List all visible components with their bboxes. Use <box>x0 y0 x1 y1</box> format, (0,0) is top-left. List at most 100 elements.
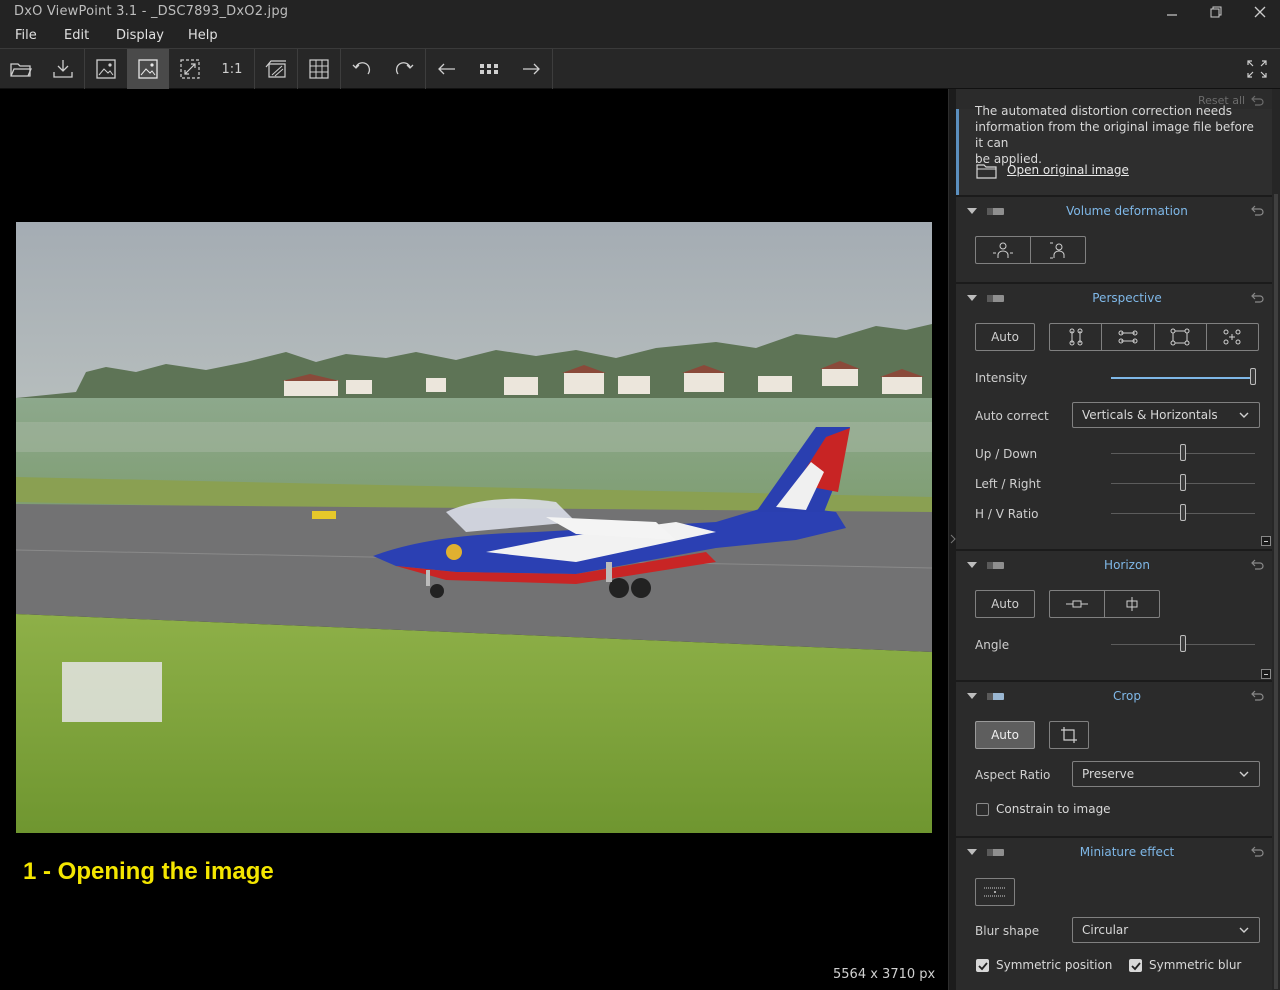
title-bar: DxO ViewPoint 3.1 - _DSC7893_DxO2.jpg <box>0 0 1280 24</box>
window-title: DxO ViewPoint 3.1 - _DSC7893_DxO2.jpg <box>14 4 289 19</box>
side-by-side-icon <box>265 60 286 78</box>
section-perspective: Perspective Auto Intensity Auto correct … <box>956 282 1272 547</box>
perspective-points-button[interactable] <box>1207 324 1258 350</box>
menu-file[interactable]: File <box>15 28 37 43</box>
rotate-left-button[interactable] <box>341 49 383 89</box>
left-right-slider-knob[interactable] <box>1180 474 1186 491</box>
intensity-slider-knob[interactable] <box>1250 368 1256 385</box>
section-crop: Crop Auto Aspect Ratio Preserve Constrai… <box>956 680 1272 834</box>
horizon-title: Horizon <box>1104 558 1150 572</box>
menu-help[interactable]: Help <box>188 28 218 43</box>
auto-correct-value: Verticals & Horizontals <box>1082 408 1218 422</box>
horizon-header[interactable]: Horizon <box>956 551 1272 581</box>
constrain-to-image-label: Constrain to image <box>996 802 1111 816</box>
reset-icon[interactable] <box>1250 558 1264 570</box>
section-miniature-effect: Miniature effect Blur shape Circular Sym… <box>956 836 1272 990</box>
section-horizon: Horizon Auto Angle <box>956 549 1272 679</box>
menu-edit[interactable]: Edit <box>64 28 89 43</box>
miniature-tool-button[interactable] <box>975 878 1015 906</box>
up-down-slider-knob[interactable] <box>1180 444 1186 461</box>
crop-header[interactable]: Crop <box>956 682 1272 712</box>
toolbar: 1:1 <box>0 48 1280 89</box>
grid-button[interactable] <box>298 49 340 89</box>
photo-preview <box>16 222 932 833</box>
symmetric-blur-checkbox[interactable] <box>1129 959 1142 972</box>
aspect-ratio-dropdown[interactable]: Preserve <box>1072 761 1260 787</box>
perspective-vertical-button[interactable] <box>1050 324 1103 350</box>
minimize-button[interactable] <box>1150 0 1194 24</box>
image-viewer[interactable]: 1 - Opening the image 5564 x 3710 px <box>0 89 948 990</box>
hv-ratio-slider-knob[interactable] <box>1180 504 1186 521</box>
notice-line-1: The automated distortion correction need… <box>975 104 1233 118</box>
perspective-horizontal-button[interactable] <box>1102 324 1155 350</box>
person-horizontal-icon <box>993 242 1013 258</box>
rotate-left-icon <box>352 62 371 75</box>
minimize-icon <box>1167 14 1177 16</box>
perspective-rectangle-button[interactable] <box>1155 324 1207 350</box>
panel-splitter[interactable] <box>948 89 956 990</box>
volume-header[interactable]: Volume deformation <box>956 197 1272 227</box>
corrected-image-button[interactable] <box>127 49 169 89</box>
miniature-header[interactable]: Miniature effect <box>956 838 1272 868</box>
horizon-mode-group <box>1049 590 1160 618</box>
restore-button[interactable] <box>1194 0 1238 24</box>
crop-manual-button[interactable] <box>1049 721 1089 749</box>
collapse-section-button[interactable] <box>1261 536 1271 546</box>
side-by-side-button[interactable] <box>255 49 297 89</box>
chevron-down-icon <box>1239 771 1249 777</box>
angle-slider-knob[interactable] <box>1180 635 1186 652</box>
intensity-slider[interactable] <box>1111 377 1255 379</box>
correction-panel: Reset all The automated distortion corre… <box>956 89 1280 990</box>
grid-icon <box>309 59 329 79</box>
export-button[interactable] <box>42 49 84 89</box>
perspective-auto-button[interactable]: Auto <box>975 323 1035 351</box>
previous-icon <box>438 63 455 75</box>
rectangle-icon <box>1170 328 1190 346</box>
chevron-down-icon <box>1239 927 1249 933</box>
close-icon <box>1254 6 1266 18</box>
reset-icon[interactable] <box>1250 845 1264 857</box>
reset-icon[interactable] <box>1250 689 1264 701</box>
vertical-lines-icon <box>1069 328 1083 346</box>
auto-correct-dropdown[interactable]: Verticals & Horizontals <box>1072 402 1260 428</box>
constrain-to-image-checkbox[interactable] <box>976 803 989 816</box>
thumbnails-button[interactable] <box>468 49 510 89</box>
one-to-one-button[interactable]: 1:1 <box>211 49 253 89</box>
horizon-auto-button[interactable]: Auto <box>975 590 1035 618</box>
next-icon <box>523 63 540 75</box>
fullscreen-button[interactable] <box>1236 49 1278 89</box>
close-button[interactable] <box>1238 0 1280 24</box>
crop-auto-button[interactable]: Auto <box>975 721 1035 749</box>
reset-icon[interactable] <box>1250 204 1264 216</box>
horizon-vertical-button[interactable] <box>1105 591 1159 617</box>
perspective-header[interactable]: Perspective <box>956 284 1272 314</box>
blur-shape-dropdown[interactable]: Circular <box>1072 917 1260 943</box>
rotate-right-button[interactable] <box>383 49 425 89</box>
image-dimensions: 5564 x 3710 px <box>833 967 936 982</box>
symmetric-blur-label: Symmetric blur <box>1149 958 1242 972</box>
angle-label: Angle <box>975 638 1010 652</box>
original-image-button[interactable] <box>85 49 127 89</box>
collapse-section-button[interactable] <box>1261 669 1271 679</box>
perspective-mode-group <box>1049 323 1259 351</box>
hv-ratio-label: H / V Ratio <box>975 507 1039 521</box>
symmetric-position-checkbox[interactable] <box>976 959 989 972</box>
perspective-title: Perspective <box>1092 291 1162 305</box>
person-vertical-icon <box>1050 242 1065 259</box>
corrected-image-icon <box>138 59 158 79</box>
original-image-icon <box>96 59 116 79</box>
horizon-line-button[interactable] <box>1050 591 1105 617</box>
next-button[interactable] <box>510 49 552 89</box>
reset-icon[interactable] <box>1250 291 1264 303</box>
crop-title: Crop <box>1112 689 1141 703</box>
open-folder-button[interactable] <box>0 49 42 89</box>
volume-horizontal-button[interactable] <box>976 237 1031 263</box>
menu-display[interactable]: Display <box>116 28 164 43</box>
open-folder-icon <box>10 63 32 77</box>
fit-screen-button[interactable] <box>169 49 211 89</box>
volume-vertical-button[interactable] <box>1031 237 1085 263</box>
blur-band-icon <box>984 887 1006 897</box>
chevron-down-icon <box>1239 412 1249 418</box>
previous-button[interactable] <box>426 49 468 89</box>
open-original-image-link[interactable]: Open original image <box>1007 163 1129 177</box>
